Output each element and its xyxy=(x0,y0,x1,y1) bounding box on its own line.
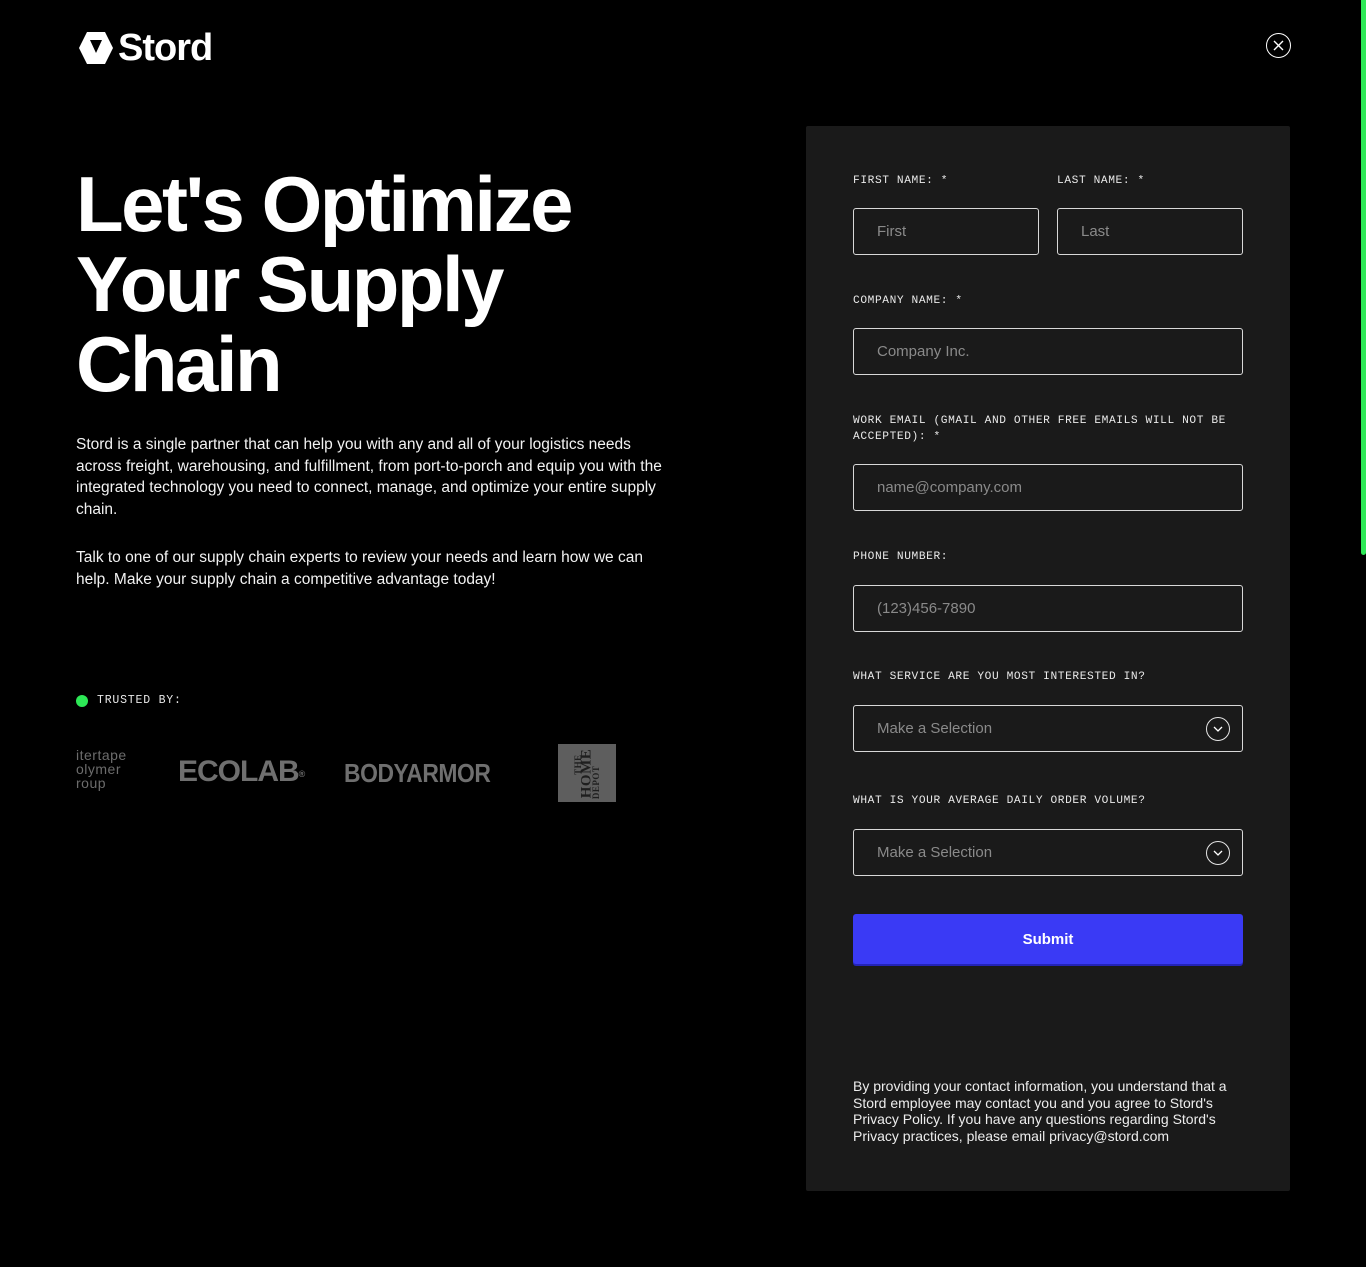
last-name-input[interactable] xyxy=(1057,208,1243,255)
client-logos-carousel: itertape olymer roup ECOLAB® BODYARMOR T… xyxy=(76,740,636,806)
company-name-label: COMPANY NAME: * xyxy=(853,295,963,307)
contact-form-panel xyxy=(806,126,1290,1191)
service-selected-value: Make a Selection xyxy=(877,720,993,737)
phone-number-input[interactable] xyxy=(853,585,1243,632)
privacy-disclaimer: By providing your contact information, y… xyxy=(853,1078,1227,1144)
close-icon xyxy=(1273,40,1284,51)
service-interest-select[interactable]: Make a Selection xyxy=(853,705,1243,752)
first-name-label: FIRST NAME: * xyxy=(853,175,949,187)
stord-logo[interactable]: Stord xyxy=(78,27,213,69)
home-depot-logo: THE HOME DEPOT xyxy=(558,744,616,802)
company-name-input[interactable] xyxy=(853,328,1243,375)
close-button[interactable] xyxy=(1266,33,1291,58)
phone-number-label: PHONE NUMBER: xyxy=(853,551,949,563)
page-title: Let's Optimize Your Supply Chain xyxy=(76,160,573,408)
work-email-label: WORK EMAIL (GMAIL AND OTHER FREE EMAILS … xyxy=(853,415,1226,443)
ecolab-logo: ECOLAB® xyxy=(178,755,305,788)
bodyarmor-logo: BODYARMOR xyxy=(344,758,491,788)
chevron-down-icon xyxy=(1206,840,1230,865)
chevron-down-icon xyxy=(1206,716,1230,741)
submit-button[interactable]: Submit xyxy=(853,914,1243,964)
intro-paragraph: Stord is a single partner that can help … xyxy=(76,436,662,518)
stord-hexagon-icon xyxy=(79,32,113,64)
order-volume-select[interactable]: Make a Selection xyxy=(853,829,1243,876)
status-dot-icon xyxy=(76,694,88,707)
scrollbar-thumb[interactable] xyxy=(1361,0,1366,555)
first-name-input[interactable] xyxy=(853,208,1039,255)
order-volume-label: WHAT IS YOUR AVERAGE DAILY ORDER VOLUME? xyxy=(853,795,1146,807)
work-email-input[interactable] xyxy=(853,464,1243,511)
trusted-by-label: TRUSTED BY: xyxy=(97,694,182,707)
cta-paragraph: Talk to one of our supply chain experts … xyxy=(76,549,643,588)
logo-wordmark: Stord xyxy=(118,27,213,69)
last-name-label: LAST NAME: * xyxy=(1057,175,1145,187)
service-interest-label: WHAT SERVICE ARE YOU MOST INTERESTED IN? xyxy=(853,671,1146,683)
volume-selected-value: Make a Selection xyxy=(877,844,993,861)
page: Stord Let's Optimize Your Supply Chain S… xyxy=(0,0,1366,1267)
intertape-logo: itertape olymer roup xyxy=(76,747,127,791)
trusted-by-header: TRUSTED BY: xyxy=(76,694,182,707)
